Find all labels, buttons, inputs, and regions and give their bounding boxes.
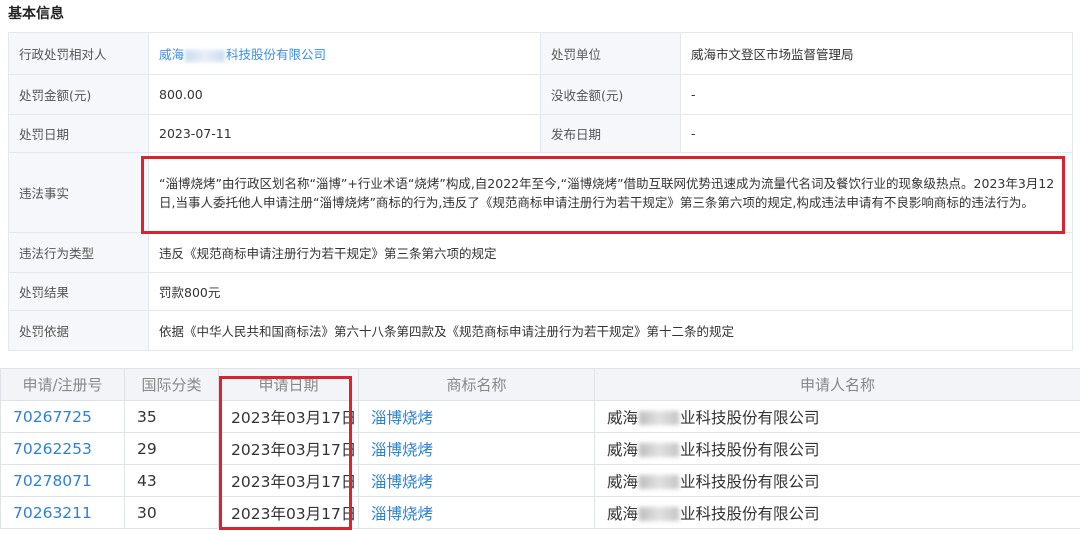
applicant-cell: 威海 业科技股份有限公司 <box>594 496 1080 529</box>
applicant-prefix: 威海 <box>607 504 639 523</box>
target-suffix: 科技股份有限公司 <box>226 47 327 62</box>
apply-date-cell: 2023年03月17日 <box>218 496 359 529</box>
date-label: 处罚日期 <box>8 114 149 153</box>
class-cell: 30 <box>124 496 219 529</box>
applicant-prefix: 威海 <box>607 472 639 491</box>
info-row: 违法事实 “淄博烧烤”由行政区划名称“淄博”+行业术语“烧烤”构成,自2022年… <box>8 152 1073 233</box>
header-tm-name[interactable]: 商标名称 <box>358 368 595 401</box>
applicant-prefix: 威海 <box>607 408 639 427</box>
redacted-mark <box>639 443 680 457</box>
result-label: 处罚结果 <box>8 272 149 311</box>
apply-date-cell: 2023年03月17日 <box>218 432 359 465</box>
reg-no-cell[interactable]: 70262253 <box>0 432 125 465</box>
info-row: 行政处罚相对人 威海 科技股份有限公司 处罚单位 威海市文登区市场监督管理局 <box>8 32 1073 75</box>
applicant-prefix: 威海 <box>607 440 639 459</box>
applicant-cell: 威海 业科技股份有限公司 <box>594 400 1080 433</box>
applicant-suffix: 业科技股份有限公司 <box>680 472 820 491</box>
redacted-mark <box>639 411 680 425</box>
fact-value: “淄博烧烤”由行政区划名称“淄博”+行业术语“烧烤”构成,自2022年至今,“淄… <box>148 152 1073 233</box>
class-cell: 35 <box>124 400 219 433</box>
date-value: 2023-07-11 <box>148 114 541 153</box>
info-row: 处罚依据 依据《中华人民共和国商标法》第六十八条第四款及《规范商标申请注册行为若… <box>8 310 1073 351</box>
reg-no-link[interactable]: 70267725 <box>13 408 92 426</box>
applicant-cell: 威海 业科技股份有限公司 <box>594 432 1080 465</box>
tm-name-cell[interactable]: 淄博烧烤 <box>358 400 595 433</box>
publish-label: 发布日期 <box>540 114 681 153</box>
section-title: 基本信息 <box>8 6 64 22</box>
tm-name-cell[interactable]: 淄博烧烤 <box>358 464 595 497</box>
reg-no-link[interactable]: 70278071 <box>13 472 92 490</box>
table-row: 70267725 35 2023年03月17日 淄博烧烤 威海 业科技股份有限公司 <box>0 400 1080 433</box>
trademark-table: 申请/注册号 国际分类 申请日期 商标名称 申请人名称 70267725 35 … <box>0 368 1080 529</box>
applicant-suffix: 业科技股份有限公司 <box>680 504 820 523</box>
info-row: 违法行为类型 违反《规范商标申请注册行为若干规定》第三条第六项的规定 <box>8 232 1073 273</box>
class-cell: 43 <box>124 464 219 497</box>
target-company-link[interactable]: 威海 科技股份有限公司 <box>159 47 326 62</box>
reg-no-link[interactable]: 70262253 <box>13 440 92 458</box>
tm-name-cell[interactable]: 淄博烧烤 <box>358 496 595 529</box>
reg-no-cell[interactable]: 70278071 <box>0 464 125 497</box>
table-row: 70262253 29 2023年03月17日 淄博烧烤 威海 业科技股份有限公司 <box>0 432 1080 465</box>
penalty-info-table: 行政处罚相对人 威海 科技股份有限公司 处罚单位 威海市文登区市场监督管理局 处罚… <box>8 32 1073 351</box>
tm-name-cell[interactable]: 淄博烧烤 <box>358 432 595 465</box>
info-row: 处罚金额(元) 800.00 没收金额(元) - <box>8 74 1073 115</box>
confiscate-label: 没收金额(元) <box>540 74 681 115</box>
tm-name-link[interactable]: 淄博烧烤 <box>371 473 433 491</box>
redacted-mark <box>639 507 680 521</box>
amount-label: 处罚金额(元) <box>8 74 149 115</box>
header-reg-no[interactable]: 申请/注册号 <box>0 368 125 401</box>
amount-value: 800.00 <box>148 74 541 115</box>
header-class[interactable]: 国际分类 <box>124 368 219 401</box>
info-row: 处罚日期 2023-07-11 发布日期 - <box>8 114 1073 153</box>
target-value[interactable]: 威海 科技股份有限公司 <box>148 32 541 75</box>
applicant-cell: 威海 业科技股份有限公司 <box>594 464 1080 497</box>
redacted-mark <box>639 475 680 489</box>
target-label: 行政处罚相对人 <box>8 32 149 75</box>
reg-no-link[interactable]: 70263211 <box>13 504 92 522</box>
basis-value: 依据《中华人民共和国商标法》第六十八条第四款及《规范商标申请注册行为若干规定》第… <box>148 310 1073 351</box>
tm-name-link[interactable]: 淄博烧烤 <box>371 409 433 427</box>
unit-value: 威海市文登区市场监督管理局 <box>680 32 1073 75</box>
header-applicant[interactable]: 申请人名称 <box>594 368 1080 401</box>
tm-name-link[interactable]: 淄博烧烤 <box>371 505 433 523</box>
tm-name-link[interactable]: 淄博烧烤 <box>371 441 433 459</box>
info-row: 处罚结果 罚款800元 <box>8 272 1073 311</box>
reg-no-cell[interactable]: 70267725 <box>0 400 125 433</box>
header-apply-date[interactable]: 申请日期 <box>218 368 359 401</box>
fact-text: “淄博烧烤”由行政区划名称“淄博”+行业术语“烧烤”构成,自2022年至今,“淄… <box>159 175 1055 210</box>
target-prefix: 威海 <box>159 47 185 62</box>
apply-date-cell: 2023年03月17日 <box>218 400 359 433</box>
type-label: 违法行为类型 <box>8 232 149 273</box>
applicant-suffix: 业科技股份有限公司 <box>680 408 820 427</box>
publish-value: - <box>680 114 1073 153</box>
applicant-suffix: 业科技股份有限公司 <box>680 440 820 459</box>
reg-no-cell[interactable]: 70263211 <box>0 496 125 529</box>
basis-label: 处罚依据 <box>8 310 149 351</box>
trademark-header-row: 申请/注册号 国际分类 申请日期 商标名称 申请人名称 <box>0 368 1080 401</box>
redacted-mark <box>185 49 226 62</box>
class-cell: 29 <box>124 432 219 465</box>
result-value: 罚款800元 <box>148 272 1073 311</box>
unit-label: 处罚单位 <box>540 32 681 75</box>
confiscate-value: - <box>680 74 1073 115</box>
type-value: 违反《规范商标申请注册行为若干规定》第三条第六项的规定 <box>148 232 1073 273</box>
fact-label: 违法事实 <box>8 152 149 233</box>
table-row: 70278071 43 2023年03月17日 淄博烧烤 威海 业科技股份有限公司 <box>0 464 1080 497</box>
apply-date-cell: 2023年03月17日 <box>218 464 359 497</box>
table-row: 70263211 30 2023年03月17日 淄博烧烤 威海 业科技股份有限公司 <box>0 496 1080 529</box>
